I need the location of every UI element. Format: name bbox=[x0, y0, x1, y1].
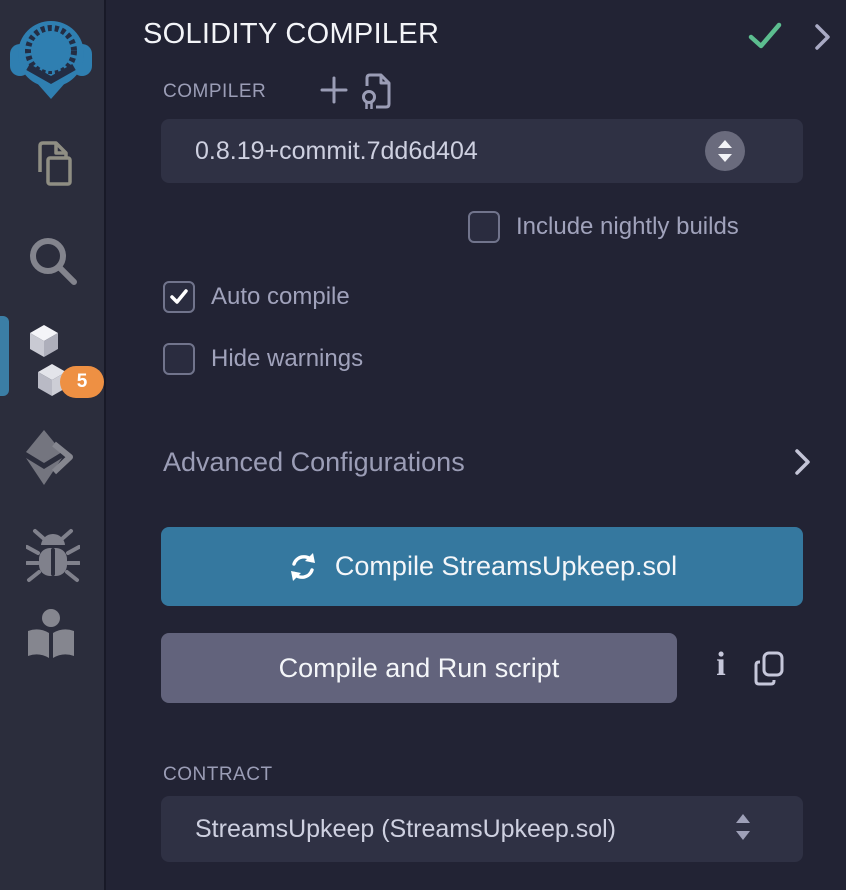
select-arrows-icon bbox=[705, 131, 745, 171]
search-icon[interactable] bbox=[26, 234, 80, 293]
panel-chevron-right-icon[interactable] bbox=[810, 22, 836, 57]
remix-logo-icon[interactable] bbox=[8, 14, 94, 105]
solidity-compiler-panel: SOLIDITY COMPILER COMPILER 0.8.19+commit… bbox=[108, 0, 846, 890]
contract-select[interactable]: StreamsUpkeep (StreamsUpkeep.sol) bbox=[161, 796, 803, 862]
compile-button[interactable]: Compile StreamsUpkeep.sol bbox=[161, 527, 803, 606]
refresh-icon bbox=[287, 551, 319, 583]
page-title: SOLIDITY COMPILER bbox=[143, 18, 439, 51]
compiler-version-select[interactable]: 0.8.19+commit.7dd6d404 bbox=[161, 119, 803, 183]
file-explorer-icon[interactable] bbox=[26, 136, 78, 197]
hide-warnings-label[interactable]: Hide warnings bbox=[211, 345, 363, 373]
auto-compile-label[interactable]: Auto compile bbox=[211, 283, 350, 311]
badge-count: 5 bbox=[77, 371, 88, 393]
contract-section-label: CONTRACT bbox=[163, 764, 273, 786]
debugger-icon[interactable] bbox=[26, 528, 80, 595]
compile-button-label: Compile StreamsUpkeep.sol bbox=[335, 551, 677, 582]
auto-compile-checkbox[interactable] bbox=[163, 281, 195, 313]
include-nightly-row: Include nightly builds bbox=[468, 211, 739, 243]
hide-warnings-row: Hide warnings bbox=[163, 343, 363, 375]
info-icon[interactable]: i bbox=[706, 646, 736, 690]
include-nightly-checkbox[interactable] bbox=[468, 211, 500, 243]
compiler-error-badge: 5 bbox=[60, 366, 104, 398]
add-custom-compiler-icon[interactable] bbox=[318, 74, 350, 111]
compile-and-run-button[interactable]: Compile and Run script bbox=[161, 633, 677, 703]
advanced-configurations-label: Advanced Configurations bbox=[163, 447, 465, 478]
compiler-section-label: COMPILER bbox=[163, 81, 266, 103]
compiler-license-file-icon[interactable] bbox=[358, 70, 396, 117]
deploy-and-run-icon[interactable] bbox=[22, 428, 78, 491]
advanced-configurations-toggle[interactable]: Advanced Configurations bbox=[163, 443, 815, 481]
info-glyph: i bbox=[716, 646, 725, 683]
contract-select-arrows-icon bbox=[733, 810, 753, 849]
compiler-version-value: 0.8.19+commit.7dd6d404 bbox=[195, 137, 478, 166]
include-nightly-label[interactable]: Include nightly builds bbox=[516, 213, 739, 241]
contract-selected-value: StreamsUpkeep (StreamsUpkeep.sol) bbox=[195, 815, 616, 844]
icon-sidebar: 5 bbox=[0, 0, 106, 890]
auto-compile-row: Auto compile bbox=[163, 281, 350, 313]
hide-warnings-checkbox[interactable] bbox=[163, 343, 195, 375]
active-plugin-indicator bbox=[0, 316, 9, 396]
copy-icon[interactable] bbox=[752, 650, 786, 693]
compile-and-run-label: Compile and Run script bbox=[279, 653, 560, 684]
check-icon bbox=[168, 286, 190, 308]
chevron-right-icon bbox=[791, 446, 815, 478]
compile-success-check-icon bbox=[748, 22, 782, 55]
learneth-book-icon[interactable] bbox=[24, 608, 78, 669]
